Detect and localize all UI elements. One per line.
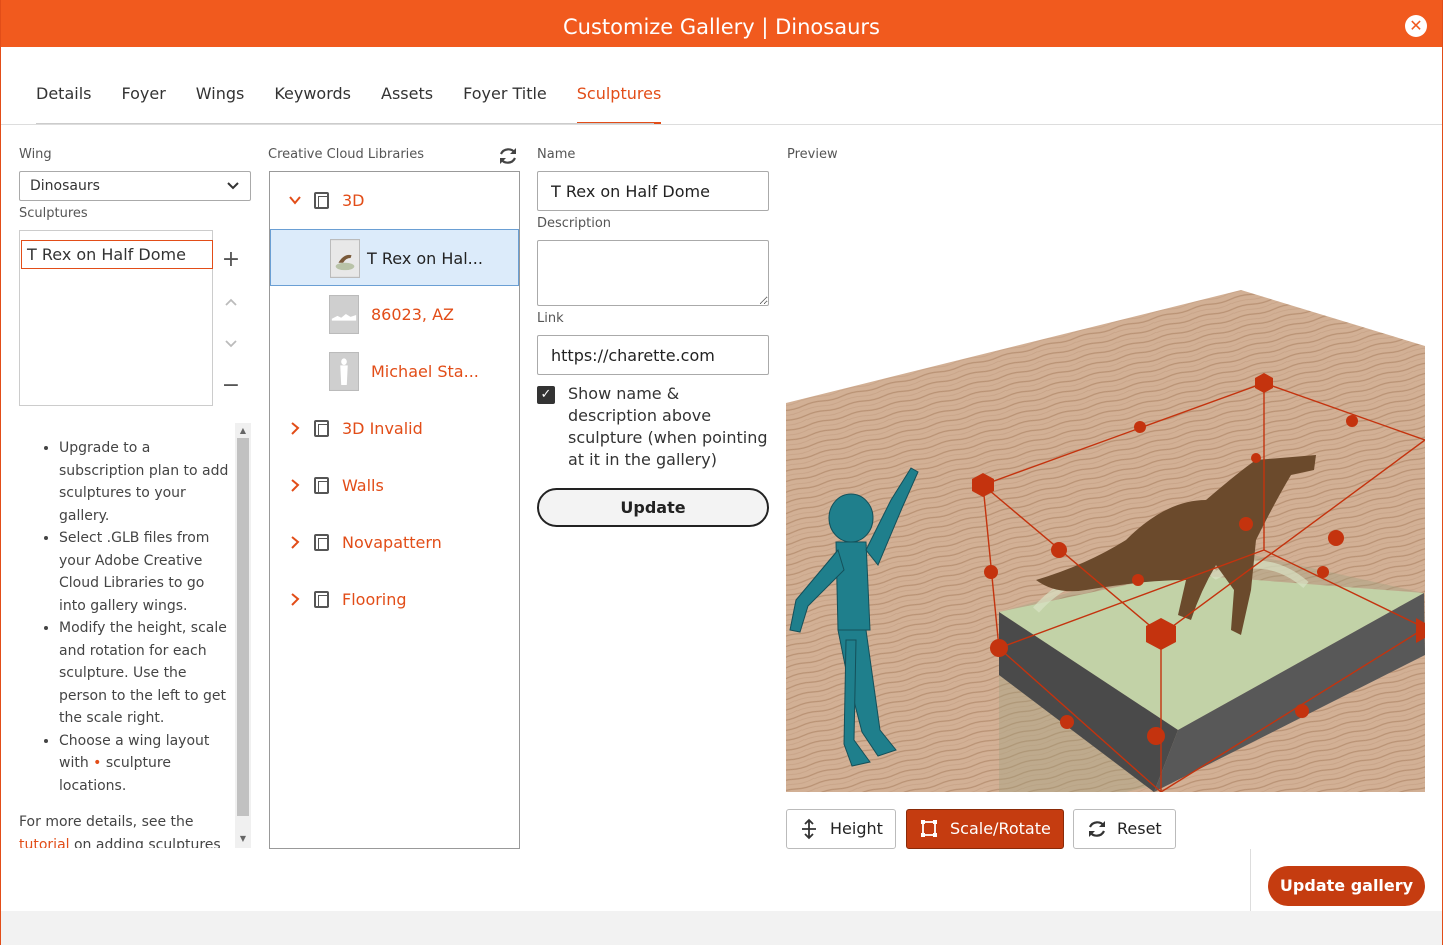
t-rex-thumbnail	[330, 239, 360, 278]
tab-foyer[interactable]: Foyer	[121, 82, 165, 124]
show-name-checkbox[interactable]: ✓	[537, 386, 555, 404]
title-bar: Customize Gallery | Dinosaurs ✕	[1, 0, 1442, 47]
add-sculpture-button[interactable]: +	[219, 248, 243, 272]
tab-foyer-title[interactable]: Foyer Title	[463, 82, 547, 124]
tree-folder-walls[interactable]: Walls	[270, 457, 519, 514]
preview-label: Preview	[787, 147, 838, 162]
reset-button[interactable]: Reset	[1073, 809, 1176, 849]
help-list: Upgrade to a subscription plan to add sc…	[19, 423, 233, 797]
help-item: Choose a wing layout with • sculpture lo…	[59, 730, 233, 798]
library-icon	[314, 477, 329, 494]
chevron-right-icon[interactable]	[288, 457, 302, 514]
tab-bar: Details Foyer Wings Keywords Assets Foye…	[36, 82, 691, 125]
tab-assets[interactable]: Assets	[381, 82, 433, 124]
description-label: Description	[537, 216, 612, 231]
reset-icon	[1089, 821, 1105, 837]
tree-item-t-rex[interactable]: T Rex on Hal...	[270, 229, 519, 286]
help-scrollbar[interactable]: ▲ ▼	[235, 423, 251, 848]
description-field[interactable]	[537, 240, 769, 306]
terrain-thumbnail	[329, 295, 359, 334]
tree-folder-3d-invalid[interactable]: 3D Invalid	[270, 400, 519, 457]
reset-label: Reset	[1117, 819, 1162, 838]
tree-folder-3d[interactable]: 3D	[270, 172, 519, 229]
library-icon	[314, 591, 329, 608]
tree-item-label: T Rex on Hal...	[367, 249, 483, 268]
scale-rotate-button[interactable]: Scale/Rotate	[906, 809, 1064, 849]
scroll-up-icon[interactable]: ▲	[235, 426, 251, 435]
dialog-title: Customize Gallery | Dinosaurs	[563, 15, 880, 39]
name-field[interactable]	[537, 171, 769, 211]
tree-folder-flooring[interactable]: Flooring	[270, 571, 519, 628]
library-icon	[314, 534, 329, 551]
height-icon	[802, 818, 816, 840]
tree-folder-label: Walls	[342, 476, 384, 495]
tab-keywords[interactable]: Keywords	[274, 82, 351, 124]
footer-divider	[1250, 849, 1251, 911]
tab-sculptures[interactable]: Sculptures	[576, 82, 662, 124]
move-down-button[interactable]	[219, 332, 243, 356]
tree-folder-novapattern[interactable]: Novapattern	[270, 514, 519, 571]
footer-bar	[1, 911, 1442, 945]
sculptures-list: T Rex on Half Dome	[19, 230, 213, 406]
customize-gallery-dialog: Customize Gallery | Dinosaurs ✕ Details …	[0, 0, 1443, 945]
update-gallery-button[interactable]: Update gallery	[1268, 866, 1425, 906]
scroll-down-icon[interactable]: ▼	[235, 834, 251, 843]
tree-folder-label: 3D	[342, 191, 365, 210]
more-details-text: For more details, see the	[19, 814, 194, 830]
chevron-down-icon	[225, 340, 237, 348]
libraries-tree: 3D T Rex on Hal... 86023, AZ Michael Sta…	[269, 171, 520, 849]
sculptures-label: Sculptures	[19, 206, 88, 221]
link-label: Link	[537, 311, 564, 326]
wing-select-value: Dinosaurs	[30, 178, 100, 194]
show-name-checkbox-label: Show name & description above sculpture …	[568, 384, 768, 469]
library-icon	[314, 420, 329, 437]
wing-select[interactable]: Dinosaurs	[19, 171, 251, 201]
close-icon[interactable]: ✕	[1405, 15, 1427, 37]
library-icon	[314, 192, 329, 209]
sculpture-item[interactable]: T Rex on Half Dome	[21, 240, 213, 269]
refresh-icon[interactable]	[497, 145, 519, 167]
tree-folder-label: Novapattern	[342, 533, 442, 552]
tree-folder-label: Flooring	[342, 590, 407, 609]
help-item: Modify the height, scale and rotation fo…	[59, 617, 233, 730]
tutorial-link[interactable]: tutorial	[19, 837, 70, 849]
tree-folder-label: 3D Invalid	[342, 419, 423, 438]
tree-item-michael[interactable]: Michael Sta...	[270, 343, 519, 400]
move-up-button[interactable]	[219, 290, 243, 314]
tree-item-86023-az[interactable]: 86023, AZ	[270, 286, 519, 343]
chevron-right-icon[interactable]	[288, 514, 302, 571]
scrollbar-thumb[interactable]	[237, 438, 249, 816]
help-text: Upgrade to a subscription plan to add sc…	[19, 423, 233, 848]
sculpture-preview-viewport[interactable]	[786, 170, 1425, 792]
chevron-down-icon[interactable]	[288, 172, 302, 229]
height-button[interactable]: Height	[786, 809, 896, 849]
chevron-up-icon	[225, 298, 237, 306]
name-label: Name	[537, 147, 576, 162]
scale-rotate-icon	[921, 820, 937, 837]
preview-scene[interactable]	[786, 170, 1425, 792]
chevron-down-icon	[227, 182, 239, 190]
scale-rotate-label: Scale/Rotate	[950, 819, 1051, 838]
tab-wings[interactable]: Wings	[196, 82, 245, 124]
more-details: For more details, see the tutorial on ad…	[19, 811, 233, 848]
statue-thumbnail	[329, 352, 359, 391]
divider	[1, 124, 1442, 125]
chevron-right-icon[interactable]	[288, 571, 302, 628]
remove-sculpture-button[interactable]: −	[219, 374, 243, 398]
tab-details[interactable]: Details	[36, 82, 91, 124]
wing-label: Wing	[19, 147, 52, 162]
tree-item-label: 86023, AZ	[371, 305, 454, 324]
help-item: Select .GLB files from your Adobe Creati…	[59, 527, 233, 617]
height-label: Height	[830, 819, 883, 838]
chevron-right-icon[interactable]	[288, 400, 302, 457]
libraries-label: Creative Cloud Libraries	[268, 147, 425, 162]
link-field[interactable]	[537, 335, 769, 375]
tree-item-label: Michael Sta...	[371, 362, 479, 381]
update-button[interactable]: Update	[537, 488, 769, 527]
help-item: Upgrade to a subscription plan to add sc…	[59, 437, 233, 527]
